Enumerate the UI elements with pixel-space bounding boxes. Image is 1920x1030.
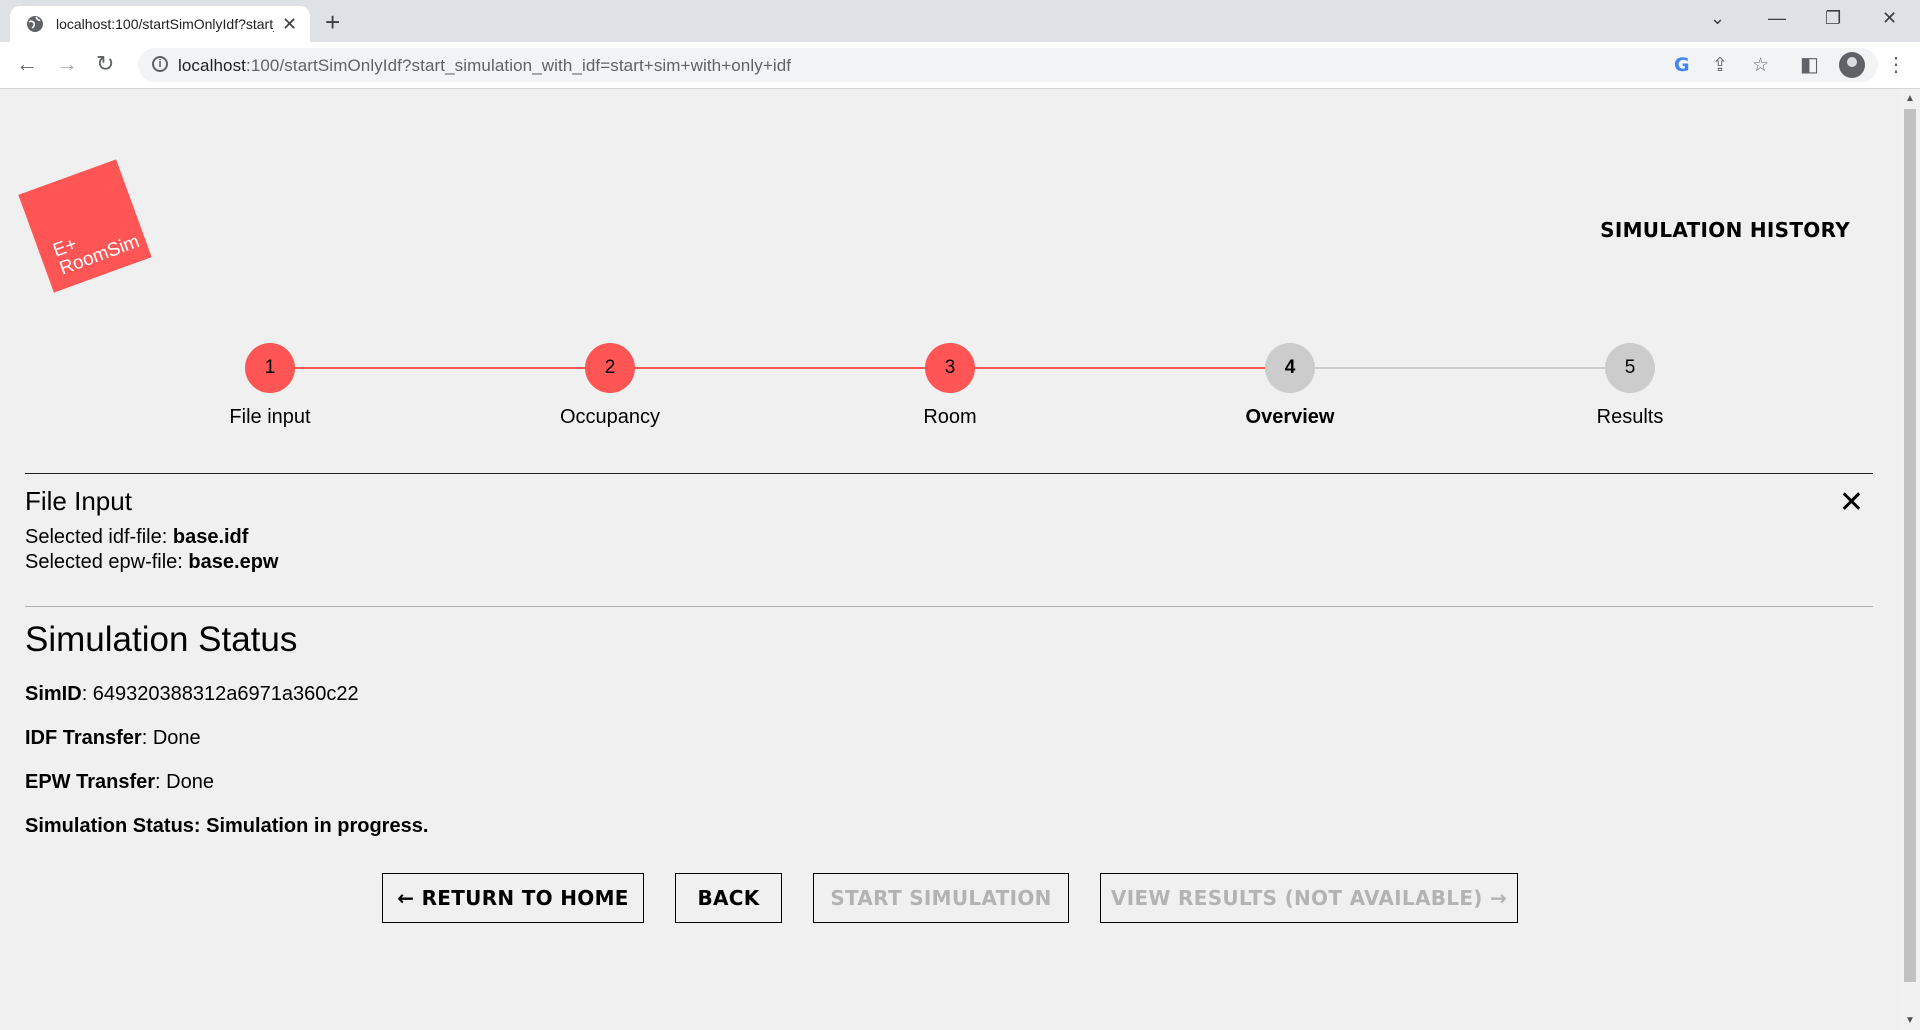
url-text[interactable]: localhost:100/startSimOnlyIdf?start_simu… [178,56,791,76]
step-overview[interactable]: 4 Overview [1190,343,1390,429]
share-icon[interactable]: ⇪ [1712,54,1728,77]
globe-icon [27,16,43,32]
sim-id: SimID: 649320388312a6971a360c22 [25,683,359,705]
browser-tab[interactable]: localhost:100/startSimOnlyIdf?start_simu… [10,6,310,42]
step-results[interactable]: 5 Results [1530,343,1730,429]
browser-menu-icon[interactable]: ⋮ [1886,52,1906,77]
file-input-title: File Input [25,486,132,516]
selected-idf-file: Selected idf-file: base.idf [25,526,249,548]
side-panel-icon[interactable]: ◧ [1800,52,1819,77]
scroll-down-icon[interactable]: ▼ [1905,1015,1915,1026]
step-circle: 3 [925,343,975,393]
step-label: Overview [1245,406,1335,428]
restore-icon[interactable]: ❐ [1825,8,1841,29]
app-logo[interactable]: E+ RoomSim [18,159,152,293]
step-label: Room [923,406,977,428]
tab-close-icon[interactable]: ✕ [282,14,297,35]
step-circle: 2 [585,343,635,393]
bookmark-star-icon[interactable]: ☆ [1752,54,1769,77]
browser-toolbar: ← → ↻ i localhost:100/startSimOnlyIdf?st… [0,42,1920,89]
simulation-progress-status: Simulation Status: Simulation in progres… [25,815,429,837]
step-occupancy[interactable]: 2 Occupancy [510,343,710,429]
browser-tab-bar: localhost:100/startSimOnlyIdf?start_simu… [0,0,1920,42]
scroll-up-icon[interactable]: ▲ [1905,93,1915,104]
window-close-icon[interactable]: ✕ [1882,8,1897,29]
back-arrow-icon[interactable]: ← [16,53,38,75]
step-circle: 1 [245,343,295,393]
section-divider [25,473,1873,474]
back-button[interactable]: BACK [675,873,782,923]
scrollbar-thumb[interactable] [1904,109,1916,982]
idf-transfer-status: IDF Transfer: Done [25,727,201,749]
section-divider [25,606,1873,607]
simulation-status-title: Simulation Status [25,620,298,659]
site-info-icon[interactable]: i [152,56,168,72]
step-circle: 4 [1265,343,1315,393]
close-icon[interactable]: ✕ [1839,485,1864,520]
step-file-input[interactable]: 1 File input [170,343,370,429]
stepper-progress-line [270,367,1290,369]
tab-title: localhost:100/startSimOnlyIdf?start_simu… [56,16,274,32]
simulation-history-link[interactable]: SIMULATION HISTORY [1600,218,1850,242]
minimize-icon[interactable]: — [1768,8,1786,29]
view-results-button[interactable]: VIEW RESULTS (NOT AVAILABLE) → [1100,873,1518,923]
step-label: Results [1596,406,1664,428]
selected-epw-file: Selected epw-file: base.epw [25,551,279,573]
step-label: Occupancy [559,406,661,428]
start-simulation-button[interactable]: START SIMULATION [813,873,1069,923]
page-scrollbar[interactable]: ▲ ▼ [1900,89,1920,1030]
profile-avatar[interactable] [1839,52,1865,78]
tab-search-icon[interactable]: ⌄ [1710,8,1725,29]
step-room[interactable]: 3 Room [850,343,1050,429]
return-home-button[interactable]: ← RETURN TO HOME [382,873,644,923]
step-circle: 5 [1605,343,1655,393]
address-bar[interactable]: i localhost:100/startSimOnlyIdf?start_si… [138,48,1878,82]
epw-transfer-status: EPW Transfer: Done [25,771,214,793]
step-label: File input [229,406,311,428]
new-tab-icon[interactable]: + [325,7,340,38]
reload-icon[interactable]: ↻ [96,53,114,75]
forward-arrow-icon[interactable]: → [56,53,78,75]
google-lens-icon[interactable]: G [1674,54,1690,76]
